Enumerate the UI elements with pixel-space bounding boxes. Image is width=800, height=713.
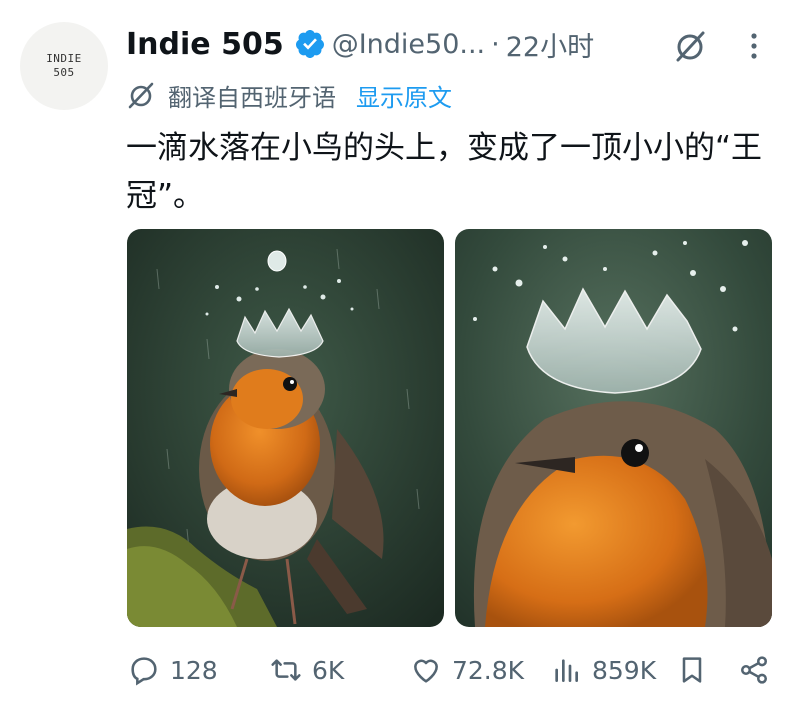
- tweet-text: 一滴水落在小鸟的头上，变成了一顶小小的“王冠”。: [126, 130, 763, 214]
- more-options-icon[interactable]: [744, 28, 764, 64]
- translation-row: 翻译自西班牙语 显示原文: [126, 78, 452, 112]
- robin-crown-photo-closeup: [455, 229, 772, 627]
- verified-badge-icon: [295, 30, 324, 58]
- avatar[interactable]: INDIE 505: [20, 22, 108, 110]
- retweet-button[interactable]: 6K: [270, 648, 344, 692]
- translate-icon: [128, 82, 154, 109]
- avatar-text-line1: INDIE: [46, 52, 82, 65]
- views-count: 859K: [592, 655, 657, 685]
- reply-button[interactable]: 128: [128, 648, 218, 692]
- views-button[interactable]: 859K: [550, 648, 656, 692]
- robin-crown-photo-full: [127, 229, 444, 627]
- author-handle[interactable]: @Indie50...: [332, 29, 485, 60]
- show-original-link[interactable]: 显示原文: [356, 78, 452, 113]
- like-icon: [414, 659, 438, 683]
- tweet-photo-1[interactable]: [127, 229, 444, 627]
- translation-label: 翻译自西班牙语: [168, 83, 336, 112]
- reply-count: 128: [170, 655, 218, 685]
- author-name[interactable]: Indie 505: [126, 27, 284, 62]
- like-button[interactable]: 72.8K: [410, 648, 524, 692]
- tweet-photo-2[interactable]: [455, 229, 772, 627]
- grok-icon[interactable]: [672, 28, 708, 64]
- avatar-text-line2: 505: [53, 66, 75, 79]
- tweet-header: Indie 505 @Indie50... · 22小时: [126, 24, 594, 64]
- separator-dot: ·: [491, 28, 500, 60]
- retweet-icon: [271, 659, 301, 681]
- share-icon[interactable]: [738, 654, 770, 686]
- bookmark-icon[interactable]: [676, 654, 708, 686]
- like-count: 72.8K: [452, 655, 525, 685]
- retweet-count: 6K: [312, 655, 345, 685]
- views-icon: [555, 659, 578, 682]
- action-bar: 128 6K 72.8K 859K: [0, 648, 800, 692]
- timestamp[interactable]: 22小时: [506, 25, 594, 64]
- reply-icon: [131, 657, 157, 686]
